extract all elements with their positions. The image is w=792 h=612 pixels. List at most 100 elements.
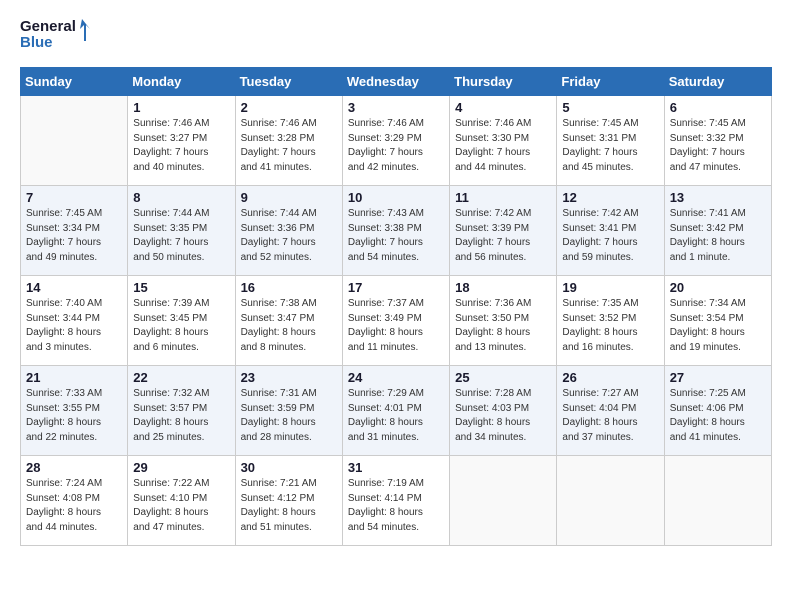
day-number: 26 — [562, 370, 658, 385]
header: General Blue — [20, 15, 772, 57]
day-info: Sunrise: 7:42 AM Sunset: 3:39 PM Dayligh… — [455, 207, 551, 265]
day-cell: 5Sunrise: 7:45 AM Sunset: 3:31 PM Daylig… — [557, 96, 664, 186]
day-info: Sunrise: 7:34 AM Sunset: 3:54 PM Dayligh… — [670, 297, 766, 355]
day-cell: 24Sunrise: 7:29 AM Sunset: 4:01 PM Dayli… — [342, 366, 449, 456]
day-cell: 4Sunrise: 7:46 AM Sunset: 3:30 PM Daylig… — [450, 96, 557, 186]
weekday-header-row: SundayMondayTuesdayWednesdayThursdayFrid… — [21, 68, 772, 96]
day-info: Sunrise: 7:21 AM Sunset: 4:12 PM Dayligh… — [241, 477, 337, 535]
weekday-header-wednesday: Wednesday — [342, 68, 449, 96]
day-cell — [450, 456, 557, 546]
day-cell — [21, 96, 128, 186]
day-number: 6 — [670, 100, 766, 115]
day-cell: 19 Sunrise: 7:35 AM Sunset: 3:52 PM Dayli… — [557, 276, 664, 366]
day-info: Sunrise: 7:45 AM Sunset: 3:32 PM Dayligh… — [670, 117, 766, 175]
day-number: 9 — [241, 190, 337, 205]
day-cell: 29 Sunrise: 7:22 AM Sunset: 4:10 PM Dayli… — [128, 456, 235, 546]
day-number: 27 — [670, 370, 766, 385]
day-number: 12 — [562, 190, 658, 205]
day-cell: 18 Sunrise: 7:36 AM Sunset: 3:50 PM Dayli… — [450, 276, 557, 366]
day-cell: 31 Sunrise: 7:19 AM Sunset: 4:14 PM Dayli… — [342, 456, 449, 546]
day-info: Sunrise: 7:27 AM Sunset: 4:04 PM Dayligh… — [562, 387, 658, 445]
day-number: 18 — [455, 280, 551, 295]
day-cell: 6 Sunrise: 7:45 AM Sunset: 3:32 PM Daylig… — [664, 96, 771, 186]
logo: General Blue — [20, 15, 90, 57]
day-info: Sunrise: 7:31 AM Sunset: 3:59 PM Dayligh… — [241, 387, 337, 445]
day-cell: 8 Sunrise: 7:44 AM Sunset: 3:35 PM Daylig… — [128, 186, 235, 276]
day-number: 31 — [348, 460, 444, 475]
week-row-4: 21Sunrise: 7:33 AM Sunset: 3:55 PM Dayli… — [21, 366, 772, 456]
day-info: Sunrise: 7:46 AM Sunset: 3:30 PM Dayligh… — [455, 117, 551, 175]
day-info: Sunrise: 7:28 AM Sunset: 4:03 PM Dayligh… — [455, 387, 551, 445]
day-number: 15 — [133, 280, 229, 295]
day-cell: 13 Sunrise: 7:41 AM Sunset: 3:42 PM Dayli… — [664, 186, 771, 276]
day-cell: 26 Sunrise: 7:27 AM Sunset: 4:04 PM Dayli… — [557, 366, 664, 456]
day-number: 24 — [348, 370, 444, 385]
day-number: 11 — [455, 190, 551, 205]
day-cell: 22 Sunrise: 7:32 AM Sunset: 3:57 PM Dayli… — [128, 366, 235, 456]
logo-svg: General Blue — [20, 15, 90, 57]
day-number: 10 — [348, 190, 444, 205]
weekday-header-monday: Monday — [128, 68, 235, 96]
weekday-header-sunday: Sunday — [21, 68, 128, 96]
day-info: Sunrise: 7:41 AM Sunset: 3:42 PM Dayligh… — [670, 207, 766, 265]
day-info: Sunrise: 7:40 AM Sunset: 3:44 PM Dayligh… — [26, 297, 122, 355]
weekday-header-friday: Friday — [557, 68, 664, 96]
day-cell: 11 Sunrise: 7:42 AM Sunset: 3:39 PM Dayli… — [450, 186, 557, 276]
day-number: 19 — [562, 280, 658, 295]
day-number: 8 — [133, 190, 229, 205]
day-cell: 27 Sunrise: 7:25 AM Sunset: 4:06 PM Dayli… — [664, 366, 771, 456]
day-cell: 30 Sunrise: 7:21 AM Sunset: 4:12 PM Dayli… — [235, 456, 342, 546]
week-row-1: 1 Sunrise: 7:46 AM Sunset: 3:27 PM Daylig… — [21, 96, 772, 186]
day-number: 13 — [670, 190, 766, 205]
day-info: Sunrise: 7:44 AM Sunset: 3:35 PM Dayligh… — [133, 207, 229, 265]
day-info: Sunrise: 7:35 AM Sunset: 3:52 PM Dayligh… — [562, 297, 658, 355]
day-cell: 12Sunrise: 7:42 AM Sunset: 3:41 PM Dayli… — [557, 186, 664, 276]
calendar-body: 1 Sunrise: 7:46 AM Sunset: 3:27 PM Daylig… — [21, 96, 772, 546]
day-cell: 7Sunrise: 7:45 AM Sunset: 3:34 PM Daylig… — [21, 186, 128, 276]
day-number: 14 — [26, 280, 122, 295]
day-number: 16 — [241, 280, 337, 295]
day-number: 29 — [133, 460, 229, 475]
weekday-header-saturday: Saturday — [664, 68, 771, 96]
day-cell — [557, 456, 664, 546]
calendar-page: General Blue SundayMondayTuesdayWednesda… — [0, 0, 792, 612]
day-info: Sunrise: 7:43 AM Sunset: 3:38 PM Dayligh… — [348, 207, 444, 265]
day-cell: 1 Sunrise: 7:46 AM Sunset: 3:27 PM Daylig… — [128, 96, 235, 186]
day-number: 1 — [133, 100, 229, 115]
day-number: 30 — [241, 460, 337, 475]
day-info: Sunrise: 7:37 AM Sunset: 3:49 PM Dayligh… — [348, 297, 444, 355]
day-number: 2 — [241, 100, 337, 115]
svg-text:General: General — [20, 18, 76, 35]
day-info: Sunrise: 7:22 AM Sunset: 4:10 PM Dayligh… — [133, 477, 229, 535]
day-info: Sunrise: 7:44 AM Sunset: 3:36 PM Dayligh… — [241, 207, 337, 265]
day-number: 3 — [348, 100, 444, 115]
day-cell: 25 Sunrise: 7:28 AM Sunset: 4:03 PM Dayli… — [450, 366, 557, 456]
weekday-header-thursday: Thursday — [450, 68, 557, 96]
day-info: Sunrise: 7:46 AM Sunset: 3:29 PM Dayligh… — [348, 117, 444, 175]
day-cell: 16Sunrise: 7:38 AM Sunset: 3:47 PM Dayli… — [235, 276, 342, 366]
day-info: Sunrise: 7:33 AM Sunset: 3:55 PM Dayligh… — [26, 387, 122, 445]
day-info: Sunrise: 7:46 AM Sunset: 3:28 PM Dayligh… — [241, 117, 337, 175]
day-info: Sunrise: 7:45 AM Sunset: 3:34 PM Dayligh… — [26, 207, 122, 265]
day-number: 22 — [133, 370, 229, 385]
day-info: Sunrise: 7:46 AM Sunset: 3:27 PM Dayligh… — [133, 117, 229, 175]
day-info: Sunrise: 7:24 AM Sunset: 4:08 PM Dayligh… — [26, 477, 122, 535]
day-number: 28 — [26, 460, 122, 475]
day-info: Sunrise: 7:36 AM Sunset: 3:50 PM Dayligh… — [455, 297, 551, 355]
day-number: 5 — [562, 100, 658, 115]
day-cell: 28 Sunrise: 7:24 AM Sunset: 4:08 PM Dayli… — [21, 456, 128, 546]
day-number: 25 — [455, 370, 551, 385]
day-cell: 10 Sunrise: 7:43 AM Sunset: 3:38 PM Dayli… — [342, 186, 449, 276]
day-cell: 20 Sunrise: 7:34 AM Sunset: 3:54 PM Dayli… — [664, 276, 771, 366]
day-cell: 3 Sunrise: 7:46 AM Sunset: 3:29 PM Daylig… — [342, 96, 449, 186]
day-number: 20 — [670, 280, 766, 295]
day-info: Sunrise: 7:32 AM Sunset: 3:57 PM Dayligh… — [133, 387, 229, 445]
day-cell: 15 Sunrise: 7:39 AM Sunset: 3:45 PM Dayli… — [128, 276, 235, 366]
day-info: Sunrise: 7:19 AM Sunset: 4:14 PM Dayligh… — [348, 477, 444, 535]
day-info: Sunrise: 7:25 AM Sunset: 4:06 PM Dayligh… — [670, 387, 766, 445]
day-cell: 23Sunrise: 7:31 AM Sunset: 3:59 PM Dayli… — [235, 366, 342, 456]
day-cell: 14 Sunrise: 7:40 AM Sunset: 3:44 PM Dayli… — [21, 276, 128, 366]
day-info: Sunrise: 7:39 AM Sunset: 3:45 PM Dayligh… — [133, 297, 229, 355]
day-cell: 21Sunrise: 7:33 AM Sunset: 3:55 PM Dayli… — [21, 366, 128, 456]
weekday-header-tuesday: Tuesday — [235, 68, 342, 96]
